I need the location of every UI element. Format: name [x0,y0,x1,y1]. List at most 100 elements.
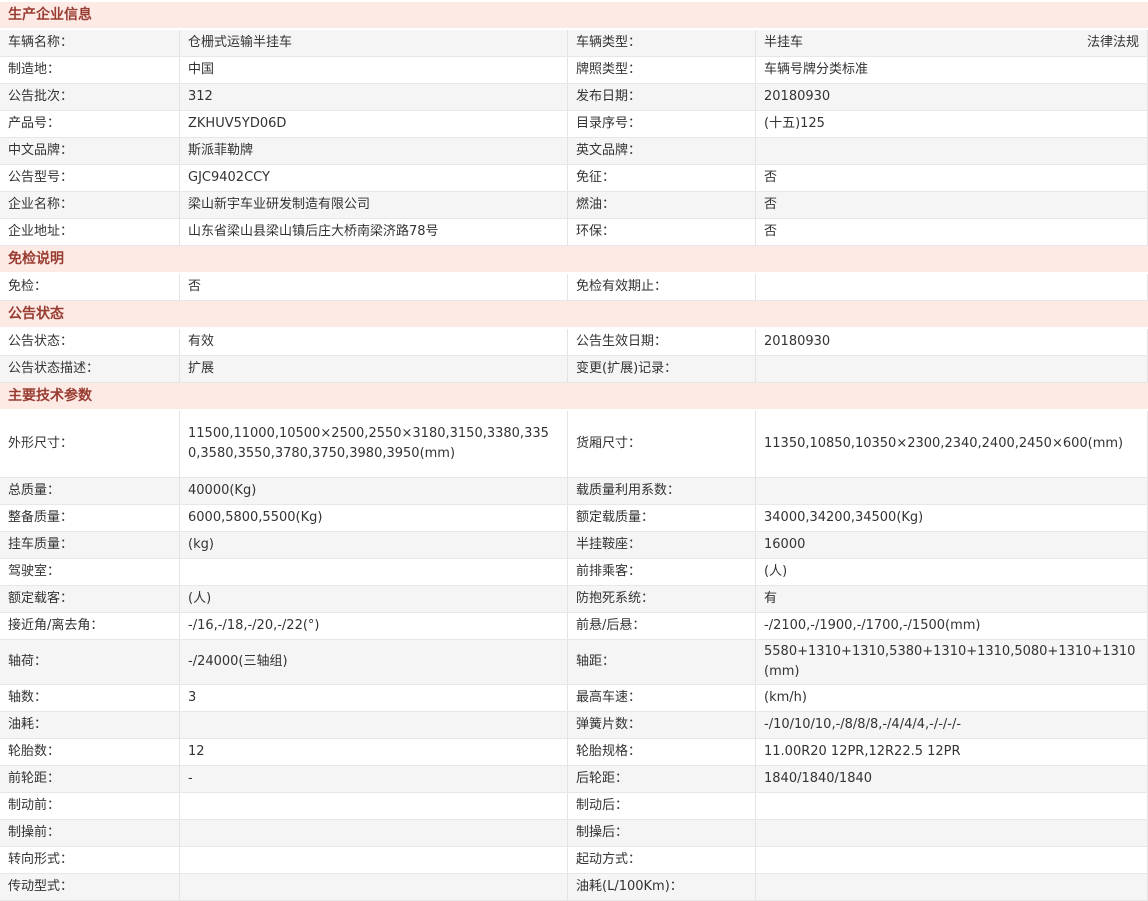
field-value: 11500,11000,10500×2500,2550×3180,3150,33… [180,411,568,477]
cell-text: 免征： [576,168,615,188]
field-label: 免检： [0,274,180,300]
field-label: 最高车速： [568,685,756,711]
field-label: 车辆名称： [0,30,180,56]
cell-text: 总质量： [8,481,60,501]
field-value: 6000,5800,5500(Kg) [180,505,568,531]
field-label: 目录序号： [568,111,756,137]
cell-text: (人) [764,562,787,582]
cell-text: 20180930 [764,87,830,107]
field-label: 变更(扩展)记录： [568,356,756,382]
cell-text: 驾驶室： [8,562,60,582]
legal-link[interactable]: 法律法规 [1087,33,1139,53]
field-label: 轴荷： [0,640,180,684]
field-value: 5580+1310+1310,5380+1310+1310,5080+1310+… [756,640,1148,684]
cell-text: 最高车速： [576,688,641,708]
cell-text: 公告状态描述： [8,359,99,379]
vehicle-info-table: 生产企业信息车辆名称：仓栅式运输半挂车车辆类型：半挂车法律法规制造地：中国牌照类… [0,0,1148,901]
cell-text: 后轮距： [576,769,628,789]
field-label: 油耗： [0,712,180,738]
cell-text: 弹簧片数： [576,715,641,735]
cell-text: 中文品牌： [8,141,73,161]
field-label: 发布日期： [568,84,756,110]
table-row: 外形尺寸：11500,11000,10500×2500,2550×3180,31… [0,411,1148,478]
table-row: 总质量：40000(Kg)载质量利用系数： [0,478,1148,505]
table-row: 产品号： ZKHUV5YD06D目录序号：(十五)125 [0,111,1148,138]
field-label: 轴数： [0,685,180,711]
table-row: 公告状态描述：扩展变更(扩展)记录： [0,356,1148,383]
field-label: 前轮距： [0,766,180,792]
field-value: ZKHUV5YD06D [180,111,568,137]
cell-text: 前轮距： [8,769,60,789]
field-value: 40000(Kg) [180,478,568,504]
field-value: 312 [180,84,568,110]
cell-text: 额定载客： [8,589,73,609]
table-row: 前轮距：-后轮距：1840/1840/1840 [0,766,1148,793]
field-value: -/16,-/18,-/20,-/22(°) [180,613,568,639]
field-label: 传动型式： [0,874,180,900]
section: 公告状态公告状态： 有效 公告生效日期： 20180930 公告状态描述：扩展变更(扩展… [0,301,1148,383]
field-value [180,559,568,585]
cell-text: GJC9402CCY [188,168,270,188]
cell-text: 制动前： [8,796,60,816]
cell-text: 轴数： [8,688,47,708]
field-label: 公告状态： [0,329,180,355]
cell-text: 前悬/后悬： [576,616,645,636]
field-value: 梁山新宇车业研发制造有限公司 [180,192,568,218]
field-label: 中文品牌： [0,138,180,164]
section: 免检说明免检：否免检有效期止： [0,246,1148,301]
section-title: 生产企业信息 [8,7,92,23]
field-label: 前悬/后悬： [568,613,756,639]
table-row: 公告批次：312发布日期：20180930 [0,84,1148,111]
cell-text: 制操前： [8,823,60,843]
field-value: GJC9402CCY [180,165,568,191]
field-label: 总质量： [0,478,180,504]
cell-text: 接近角/离去角： [8,616,103,636]
cell-text: 有效 [188,332,214,352]
field-value: 否 [756,219,1148,245]
cell-text: 起动方式： [576,850,641,870]
field-value: 半挂车法律法规 [756,30,1148,56]
table-row: 油耗：弹簧片数：-/10/10/10,-/8/8/8,-/4/4/4,-/-/-… [0,712,1148,739]
cell-text: -/24000(三轴组) [188,652,288,672]
field-value [756,356,1148,382]
cell-text: 防抱死系统： [576,589,654,609]
field-value [180,820,568,846]
field-label: 额定载质量： [568,505,756,531]
table-row: 转向形式： 起动方式： [0,847,1148,874]
cell-text: 产品号： [8,114,60,134]
cell-text: (km/h) [764,688,807,708]
cell-text: (人) [188,589,211,609]
field-value: (十五)125 [756,111,1148,137]
cell-text: 制动后： [576,796,628,816]
field-value: 1840/1840/1840 [756,766,1148,792]
field-label: 牌照类型： [568,57,756,83]
cell-text: 燃油： [576,195,615,215]
cell-text: 1840/1840/1840 [764,769,872,789]
field-label: 外形尺寸： [0,411,180,477]
cell-text: 挂车质量： [8,535,73,555]
field-label: 公告生效日期： [568,329,756,355]
cell-text: (kg) [188,535,214,555]
table-row: 轮胎数：12轮胎规格：11.00R20 12PR,12R22.5 12PR [0,739,1148,766]
section: 生产企业信息车辆名称：仓栅式运输半挂车车辆类型：半挂车法律法规制造地：中国牌照类… [0,2,1148,246]
table-row: 制造地：中国牌照类型：车辆号牌分类标准 [0,57,1148,84]
section-title: 免检说明 [8,251,64,267]
field-value [756,847,1148,873]
field-value: 12 [180,739,568,765]
cell-text: 企业名称： [8,195,73,215]
field-label: 前排乘客： [568,559,756,585]
cell-text: 中国 [188,60,214,80]
field-value: (人) [180,586,568,612]
cell-text: 11.00R20 12PR,12R22.5 12PR [764,742,961,762]
cell-text: 转向形式： [8,850,73,870]
field-value: 有 [756,586,1148,612]
cell-text: 20180930 [764,332,830,352]
section-title: 公告状态 [8,306,64,322]
field-label: 制动后： [568,793,756,819]
cell-text: 312 [188,87,213,107]
field-label: 免检有效期止： [568,274,756,300]
cell-text: 制操后： [576,823,628,843]
field-value: -/24000(三轴组) [180,640,568,684]
cell-text: 环保： [576,222,615,242]
field-label: 额定载客： [0,586,180,612]
